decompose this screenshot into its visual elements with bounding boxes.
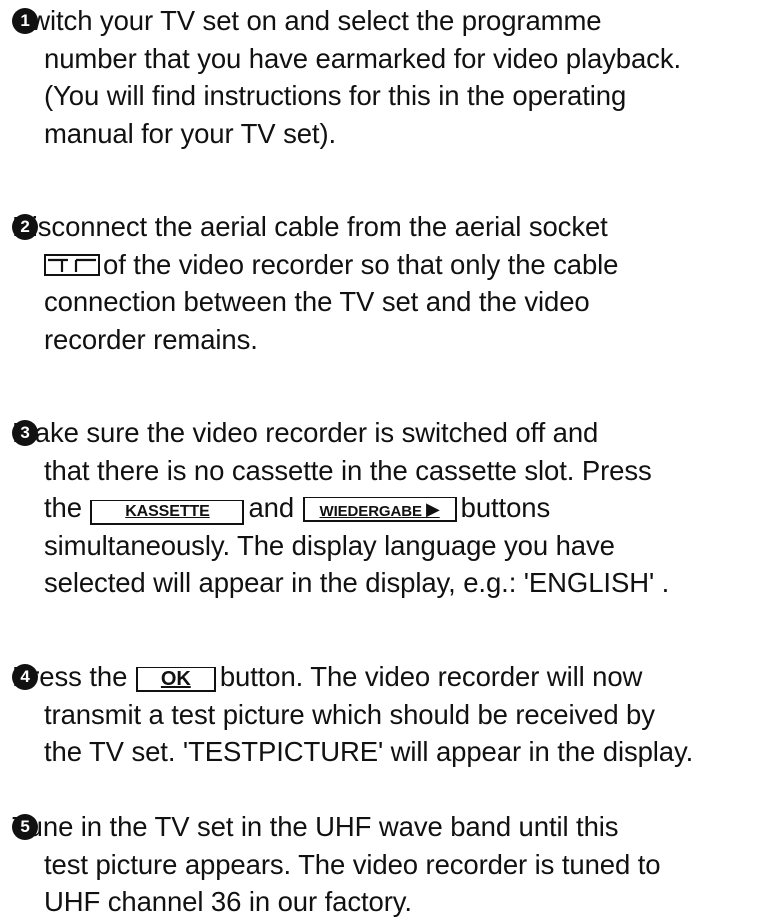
step-5-line-2: test picture appears. The video recorder… [44, 848, 661, 880]
step-2-line-1: Disconnect the aerial cable from the aer… [12, 211, 608, 242]
step-number-2: 2 [12, 214, 38, 240]
play-triangle-icon: ▶ [425, 499, 440, 519]
step-3-buttons-text: buttons [460, 492, 551, 523]
step-3-the-text: the [44, 492, 82, 523]
step-1-line-4: manual for your TV set). [44, 117, 337, 149]
wiedergabe-button-label: WIEDERGABE ▶ [302, 497, 457, 522]
step-1-line-3: (You will find instructions for this in … [44, 80, 627, 111]
instruction-page: 1 Switch your TV set on and select the p… [0, 0, 780, 919]
step-2-line-2-text: of the video recorder so that only the c… [103, 248, 619, 280]
wiedergabe-label: WIEDERGABE [319, 503, 422, 520]
step-2-line-4: recorder remains. [44, 323, 258, 355]
step-2-line-3: connection between the TV set and the vi… [44, 286, 590, 317]
step-3: 3 Make sure the video recorder is switch… [12, 414, 780, 602]
ok-button-label: OK [135, 667, 216, 692]
step-3-and-text: and [248, 492, 295, 523]
step-2: 2 Disconnect the aerial cable from the a… [12, 208, 780, 358]
step-number-1: 1 [12, 8, 38, 34]
step-1-line-1: Switch your TV set on and select the pro… [12, 5, 602, 36]
step-3-line-4: simultaneously. The display language you… [44, 529, 615, 561]
step-4-line-2: transmit a test picture which should be … [44, 698, 655, 730]
step-number-3: 3 [12, 420, 38, 446]
step-3-line-3: the KASSETTE and WIEDERGABE ▶ buttons [12, 489, 780, 527]
step-1-line-2: number that you have earmarked for video… [44, 42, 682, 74]
step-number-4: 4 [12, 664, 38, 690]
step-number-5: 5 [12, 814, 38, 840]
step-4: 4 Press the OK button. The video recorder… [12, 658, 780, 771]
step-5: 5 Tune in the TV set in the UHF wave ban… [12, 808, 780, 921]
step-3-line-2: that there is no cassette in the cassett… [44, 454, 652, 486]
step-4-after-text: button. The video recorder will now [219, 661, 643, 692]
aerial-socket-icon [44, 253, 100, 276]
kassette-button-label: KASSETTE [90, 500, 245, 525]
step-4-line-1: Press the OK button. The video recorder w… [12, 658, 780, 696]
step-5-line-3: UHF channel 36 in our factory. [44, 886, 412, 917]
step-3-line-5: selected will appear in the display, e.g… [44, 567, 670, 598]
step-1: 1 Switch your TV set on and select the p… [12, 2, 780, 152]
step-3-line-1: Make sure the video recorder is switched… [12, 417, 599, 448]
step-4-line-3: the TV set. 'TESTPICTURE' will appear in… [44, 736, 694, 767]
step-5-line-1: Tune in the TV set in the UHF wave band … [12, 811, 619, 842]
step-2-line-2: of the video recorder so that only the c… [12, 246, 780, 284]
